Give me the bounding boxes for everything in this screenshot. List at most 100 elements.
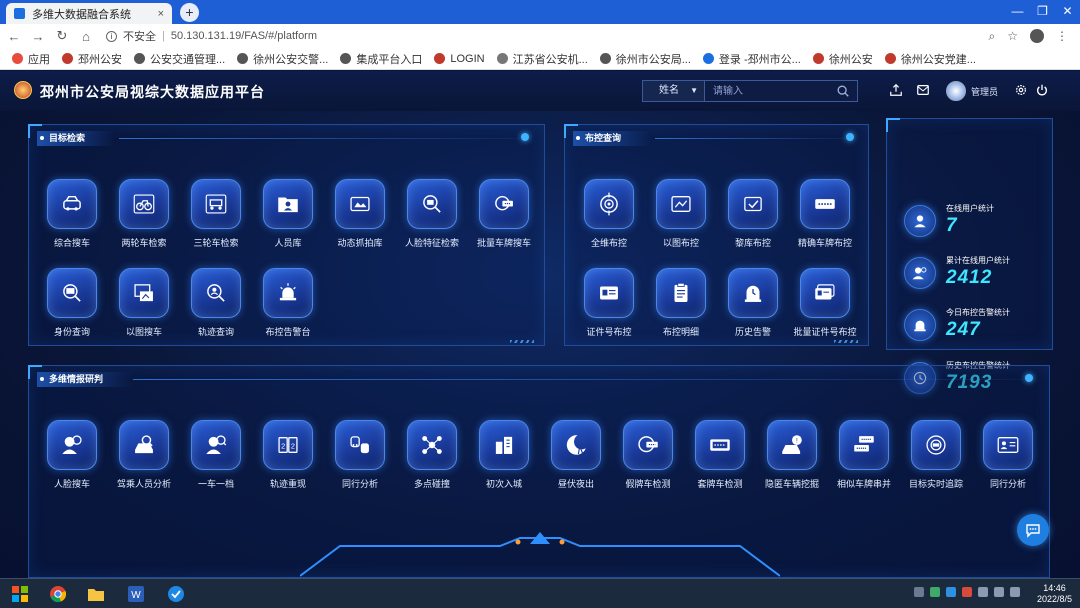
network-icon[interactable]	[978, 587, 988, 597]
tile-face-id[interactable]: 人脸特征检索	[396, 179, 468, 259]
tile-plate-search[interactable]: 批量车牌搜车	[468, 179, 540, 259]
chat-button[interactable]	[1017, 514, 1049, 546]
minimize-icon[interactable]: —	[1005, 0, 1030, 24]
forward-icon[interactable]: →	[28, 29, 48, 44]
folder-icon	[88, 589, 104, 601]
tile-icon-box	[191, 179, 241, 229]
companion-icon	[350, 436, 369, 454]
info-icon[interactable]: i	[106, 30, 117, 42]
tile-label: 多点碰撞	[413, 479, 450, 489]
tile-id-search[interactable]: 身份查询	[36, 268, 108, 348]
tile-clipboard[interactable]: 布控明细	[645, 268, 717, 348]
tile-image-search[interactable]: 以图搜车	[108, 268, 180, 348]
close-window-icon[interactable]: ✕	[1055, 0, 1080, 24]
tile-check-box[interactable]: 黎库布控	[717, 179, 789, 259]
clock-date: 2022/8/5	[1036, 594, 1072, 604]
tile-alarm[interactable]: 布控告警台	[252, 268, 324, 348]
tile-realtime-track[interactable]: 目标实时追踪	[900, 420, 972, 500]
tile-car-file[interactable]: 一车一档	[180, 420, 252, 500]
zoom-search-icon[interactable]: ⌕	[989, 29, 996, 44]
tile-driver[interactable]: 驾乘人员分析	[108, 420, 180, 500]
admin-avatar[interactable]	[946, 81, 966, 101]
bookmark-item[interactable]: 集成平台入口	[340, 51, 422, 67]
start-button[interactable]	[2, 581, 38, 607]
tray-icon[interactable]	[914, 587, 924, 597]
bookmark-item[interactable]: 应用	[12, 51, 50, 67]
search-icon[interactable]	[836, 84, 850, 98]
bookmark-item[interactable]: LOGIN	[434, 53, 485, 65]
new-tab-button[interactable]: +	[180, 3, 199, 22]
bookmark-icon	[134, 53, 145, 64]
bookmark-item[interactable]: 登录 -邳州市公...	[702, 51, 801, 67]
tile-label: 动态抓拍库	[337, 238, 383, 248]
reload-icon[interactable]: ↻	[52, 28, 72, 44]
url-field[interactable]: i 不安全 | 50.130.131.19/FAS/#/platform	[106, 28, 317, 44]
tile-id-card[interactable]: 证件号布控	[573, 268, 645, 348]
face-car-icon	[62, 435, 82, 454]
tile-hidden-car[interactable]: ! 隐匿车辆挖掘	[756, 420, 828, 500]
tile-companion[interactable]: 同行分析	[324, 420, 396, 500]
bookmark-item[interactable]: 徐州市公安局...	[599, 51, 691, 67]
bookmark-item[interactable]: 邳州公安	[62, 51, 122, 67]
maximize-icon[interactable]: ❐	[1030, 0, 1055, 24]
search-type-select[interactable]: 姓名 ▼	[642, 80, 705, 102]
panel-indicator-icon	[1025, 374, 1033, 382]
tile-clone-plate[interactable]: 套牌车检测	[684, 420, 756, 500]
tray-icon[interactable]	[930, 587, 940, 597]
ime-icon[interactable]	[1010, 587, 1020, 597]
settings-icon[interactable]	[1014, 83, 1028, 97]
tile-track-replay[interactable]: 2 2 轨迹重现	[252, 420, 324, 500]
id-card-batch-icon	[815, 284, 835, 300]
home-icon[interactable]: ⌂	[76, 29, 96, 44]
tile-id-card-batch[interactable]: 批量证件号布控	[789, 268, 861, 348]
plate-search-icon	[495, 195, 513, 211]
tile-night[interactable]: 昼伏夜出	[540, 420, 612, 500]
tricycle-icon	[205, 194, 227, 214]
bookmark-item[interactable]: 徐州公安交警...	[237, 51, 328, 67]
tile-tricycle[interactable]: 三轮车检索	[180, 179, 252, 259]
bookmark-icon	[812, 53, 824, 64]
browser-tab[interactable]: 多维大数据融合系统 ×	[6, 3, 172, 24]
bookmark-item[interactable]: 江苏省公安机...	[496, 51, 588, 67]
tile-similar-plate[interactable]: 相似车牌串并	[828, 420, 900, 500]
tile-multi-point[interactable]: 多点碰撞	[396, 420, 468, 500]
tile-car-search[interactable]: 综合搜车	[36, 179, 108, 259]
bookmark-star-icon[interactable]: ☆	[1007, 29, 1018, 43]
tile-label: 两轮车检索	[121, 238, 167, 248]
tile-peer-analysis[interactable]: 同行分析	[972, 420, 1044, 500]
tray-icon[interactable]	[946, 587, 956, 597]
power-icon[interactable]	[1035, 83, 1049, 97]
taskbar-explorer[interactable]	[78, 581, 114, 607]
tile-history-alarm[interactable]: 历史告警	[717, 268, 789, 348]
volume-icon[interactable]	[994, 587, 1004, 597]
tile-bicycle[interactable]: 两轮车检索	[108, 179, 180, 259]
export-icon[interactable]	[889, 83, 903, 97]
tile-person-folder[interactable]: 人员库	[252, 179, 324, 259]
tile-track-search[interactable]: 轨迹查询	[180, 268, 252, 348]
bookmark-item[interactable]: 徐州公安党建...	[884, 51, 976, 67]
tile-city-entry[interactable]: 初次入城	[468, 420, 540, 500]
bookmark-icon	[434, 53, 446, 64]
taskbar-chrome[interactable]	[40, 581, 76, 607]
profile-avatar[interactable]	[1030, 29, 1044, 43]
tray-icon[interactable]	[962, 587, 972, 597]
taskbar-app[interactable]	[158, 581, 194, 607]
tile-image[interactable]: 以图布控	[645, 179, 717, 259]
message-icon[interactable]	[916, 83, 930, 97]
bookmark-item[interactable]: 公安交通管理...	[134, 51, 225, 67]
tile-fake-plate[interactable]: 假牌车检测	[612, 420, 684, 500]
tab-close-icon[interactable]: ×	[158, 8, 164, 20]
tile-camera[interactable]: 动态抓拍库	[324, 179, 396, 259]
tile-icon-box: 22	[263, 420, 313, 470]
taskbar-clock[interactable]: 14:46 2022/8/5	[1037, 583, 1072, 605]
menu-icon[interactable]: ⋮	[1056, 29, 1068, 43]
tile-plate[interactable]: 精确车牌布控	[789, 179, 861, 259]
tile-face-car[interactable]: 人脸搜车	[36, 420, 108, 500]
tile-label: 驾乘人员分析	[116, 479, 171, 489]
admin-name[interactable]: 管理员	[971, 85, 998, 98]
back-icon[interactable]: ←	[4, 29, 24, 44]
tile-target[interactable]: 全维布控	[573, 179, 645, 259]
bookmark-item[interactable]: 徐州公安	[812, 51, 873, 67]
stat-icon-circle	[904, 205, 936, 237]
taskbar-word[interactable]: W	[118, 581, 154, 607]
